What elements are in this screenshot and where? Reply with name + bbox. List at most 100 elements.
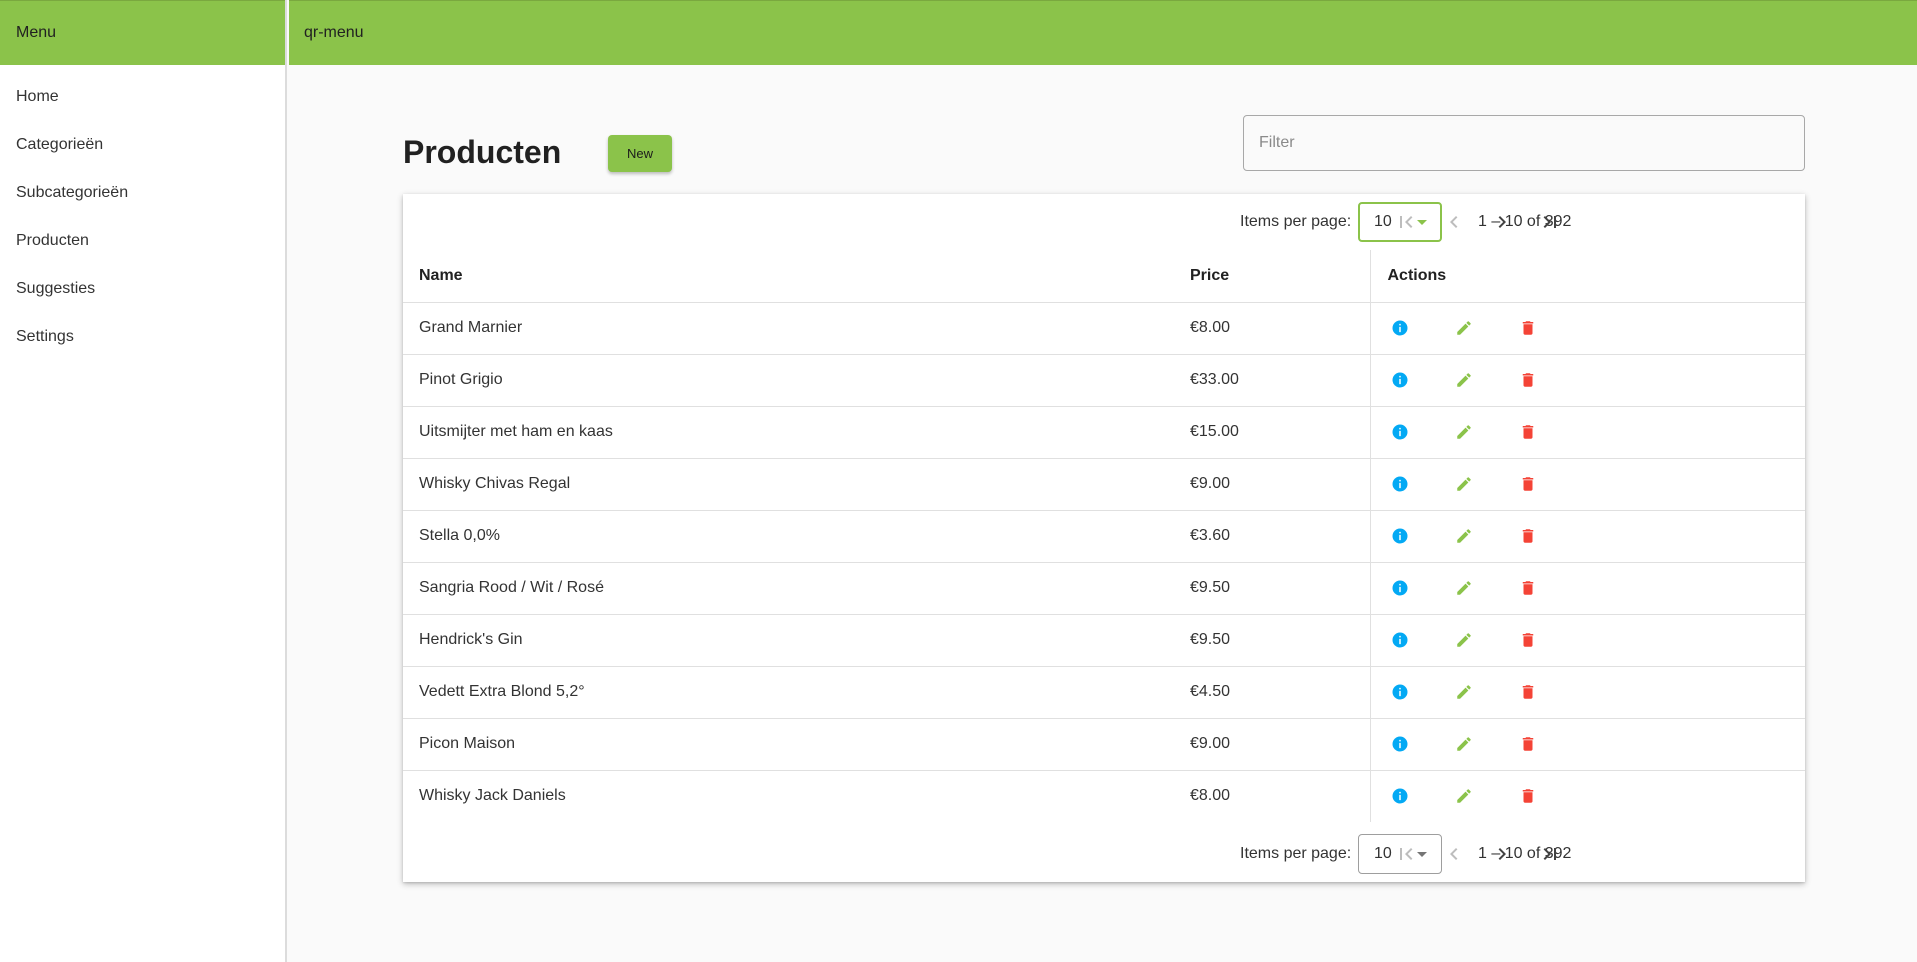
first-page-icon <box>1400 216 1413 228</box>
sidebar-item-producten[interactable]: Producten <box>0 217 285 265</box>
info-icon <box>1392 476 1407 492</box>
delete-button[interactable] <box>1516 576 1540 600</box>
table-row[interactable]: Picon Maison €9.00 <box>403 718 1805 771</box>
product-price-cell: €9.50 <box>1174 562 1371 615</box>
info-icon <box>1392 528 1407 544</box>
sidebar-item-categorieen[interactable]: Categorieën <box>0 121 285 169</box>
sidebar-nav: Home Categorieën Subcategorieën Producte… <box>0 65 285 361</box>
edit-button[interactable] <box>1452 368 1476 392</box>
previous-page-button[interactable] <box>1438 206 1470 238</box>
sidebar-title: Menu <box>0 0 285 65</box>
delete-button[interactable] <box>1516 784 1540 808</box>
sidebar-item-suggesties[interactable]: Suggesties <box>0 265 285 313</box>
edit-pencil-icon <box>1456 477 1471 491</box>
paginator-bottom: Items per page: 10 1 – 10 of 392 <box>403 826 1805 882</box>
paginator-top: Items per page: 10 1 – 10 of 392 <box>403 194 1805 250</box>
last-page-button[interactable] <box>1534 206 1566 238</box>
product-name-cell: Vedett Extra Blond 5,2° <box>403 666 1174 719</box>
delete-trash-icon <box>1522 477 1533 491</box>
table-row[interactable]: Stella 0,0% €3.60 <box>403 510 1805 563</box>
products-table: Name Price Actions Grand Marnier €8.00 Pin… <box>403 250 1805 822</box>
info-icon <box>1392 788 1407 804</box>
sidebar-item-home[interactable]: Home <box>0 73 285 121</box>
edit-button[interactable] <box>1452 472 1476 496</box>
next-page-button[interactable] <box>1486 838 1518 870</box>
edit-pencil-icon <box>1456 321 1471 335</box>
info-button[interactable] <box>1388 628 1412 652</box>
edit-pencil-icon <box>1456 425 1471 439</box>
filter-input[interactable] <box>1243 115 1805 171</box>
edit-button[interactable] <box>1452 524 1476 548</box>
delete-trash-icon <box>1522 581 1533 595</box>
delete-button[interactable] <box>1516 472 1540 496</box>
product-name-cell: Picon Maison <box>403 718 1174 771</box>
column-header-name[interactable]: Name <box>403 250 1174 303</box>
next-page-icon <box>1498 848 1506 860</box>
table-row[interactable]: Sangria Rood / Wit / Rosé €9.50 <box>403 562 1805 615</box>
delete-trash-icon <box>1522 633 1533 647</box>
first-page-button[interactable] <box>1390 838 1422 870</box>
info-button[interactable] <box>1388 784 1412 808</box>
edit-button[interactable] <box>1452 316 1476 340</box>
info-button[interactable] <box>1388 732 1412 756</box>
delete-button[interactable] <box>1516 628 1540 652</box>
product-name-cell: Stella 0,0% <box>403 510 1174 563</box>
new-product-button[interactable]: New <box>608 135 672 172</box>
table-row[interactable]: Whisky Jack Daniels €8.00 <box>403 770 1805 822</box>
info-icon <box>1392 372 1407 388</box>
previous-page-button[interactable] <box>1438 838 1470 870</box>
table-row[interactable]: Vedett Extra Blond 5,2° €4.50 <box>403 666 1805 719</box>
first-page-button[interactable] <box>1390 206 1422 238</box>
info-button[interactable] <box>1388 368 1412 392</box>
info-button[interactable] <box>1388 680 1412 704</box>
column-header-price[interactable]: Price <box>1174 250 1371 303</box>
sidebar-item-settings[interactable]: Settings <box>0 313 285 361</box>
table-row[interactable]: Grand Marnier €8.00 <box>403 302 1805 355</box>
last-page-icon <box>1543 848 1556 860</box>
product-price-cell: €8.00 <box>1174 302 1371 355</box>
product-name-cell: Pinot Grigio <box>403 354 1174 407</box>
delete-button[interactable] <box>1516 732 1540 756</box>
product-price-cell: €9.00 <box>1174 458 1371 511</box>
info-icon <box>1392 424 1407 440</box>
edit-button[interactable] <box>1452 784 1476 808</box>
product-name-cell: Whisky Jack Daniels <box>419 787 566 805</box>
delete-button[interactable] <box>1516 316 1540 340</box>
product-actions-cell <box>1370 354 1805 407</box>
info-icon <box>1392 736 1407 752</box>
page-title: Producten <box>403 134 562 170</box>
delete-button[interactable] <box>1516 524 1540 548</box>
info-button[interactable] <box>1388 472 1412 496</box>
product-price-cell: €33.00 <box>1174 354 1371 407</box>
last-page-button[interactable] <box>1534 838 1566 870</box>
products-card: Items per page: 10 1 – 10 of 392 Name Pr… <box>403 194 1805 882</box>
edit-button[interactable] <box>1452 420 1476 444</box>
table-row[interactable]: Whisky Chivas Regal €9.00 <box>403 458 1805 511</box>
info-button[interactable] <box>1388 316 1412 340</box>
product-actions-cell <box>1370 666 1805 719</box>
delete-button[interactable] <box>1516 368 1540 392</box>
first-page-icon <box>1400 848 1413 860</box>
delete-button[interactable] <box>1516 420 1540 444</box>
delete-trash-icon <box>1522 321 1533 335</box>
sidebar-item-subcategorieen[interactable]: Subcategorieën <box>0 169 285 217</box>
delete-trash-icon <box>1522 529 1533 543</box>
table-row[interactable]: Uitsmijter met ham en kaas €15.00 <box>403 406 1805 459</box>
info-button[interactable] <box>1388 576 1412 600</box>
product-name-cell: Hendrick's Gin <box>403 614 1174 667</box>
next-page-button[interactable] <box>1486 206 1518 238</box>
table-row[interactable]: Pinot Grigio €33.00 <box>403 354 1805 407</box>
edit-button[interactable] <box>1452 680 1476 704</box>
edit-button[interactable] <box>1452 732 1476 756</box>
edit-button[interactable] <box>1452 576 1476 600</box>
product-price-cell: €15.00 <box>1174 406 1371 459</box>
edit-pencil-icon <box>1456 789 1471 803</box>
info-button[interactable] <box>1388 524 1412 548</box>
edit-pencil-icon <box>1456 581 1471 595</box>
delete-button[interactable] <box>1516 680 1540 704</box>
table-row[interactable]: Hendrick's Gin €9.50 <box>403 614 1805 667</box>
delete-trash-icon <box>1522 685 1533 699</box>
edit-pencil-icon <box>1456 529 1471 543</box>
info-button[interactable] <box>1388 420 1412 444</box>
edit-button[interactable] <box>1452 628 1476 652</box>
